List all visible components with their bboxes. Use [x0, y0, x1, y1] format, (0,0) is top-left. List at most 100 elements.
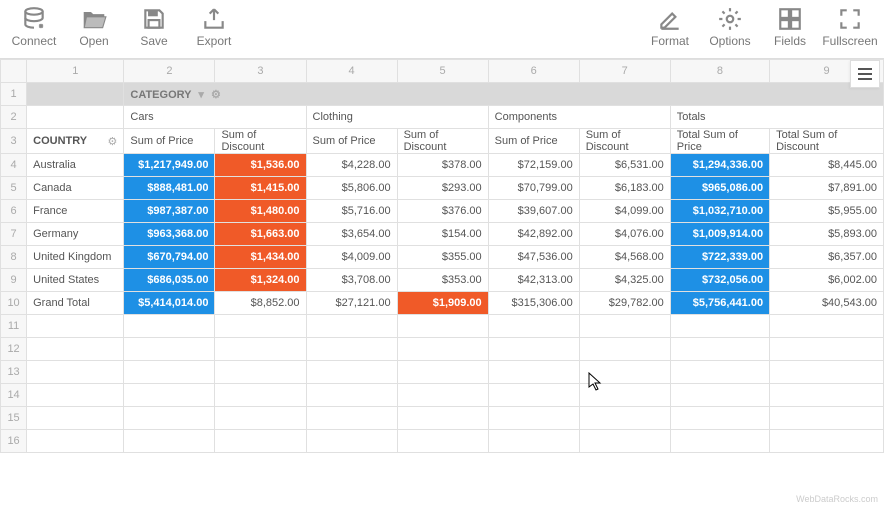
- toolbar-fields[interactable]: Fields: [766, 6, 814, 54]
- row-label[interactable]: Grand Total: [27, 292, 124, 315]
- measure-header[interactable]: Sum of Discount: [215, 129, 306, 154]
- col-num[interactable]: 8: [670, 60, 769, 83]
- empty-cell[interactable]: [306, 361, 397, 384]
- cell[interactable]: $40,543.00: [770, 292, 884, 315]
- row-num[interactable]: 4: [1, 154, 27, 177]
- cell[interactable]: $5,955.00: [770, 200, 884, 223]
- cell[interactable]: $4,228.00: [306, 154, 397, 177]
- empty-cell[interactable]: [306, 384, 397, 407]
- cell[interactable]: $1,294,336.00: [670, 154, 769, 177]
- cell[interactable]: $5,806.00: [306, 177, 397, 200]
- empty-cell[interactable]: [488, 407, 579, 430]
- cell[interactable]: $5,716.00: [306, 200, 397, 223]
- empty-cell[interactable]: [488, 361, 579, 384]
- empty-cell[interactable]: [579, 315, 670, 338]
- empty-cell[interactable]: [27, 315, 124, 338]
- empty-cell[interactable]: [215, 430, 306, 453]
- row-num[interactable]: 15: [1, 407, 27, 430]
- col-num[interactable]: 7: [579, 60, 670, 83]
- toolbar-export[interactable]: Export: [190, 6, 238, 54]
- empty-cell[interactable]: [397, 315, 488, 338]
- cell[interactable]: $1,909.00: [397, 292, 488, 315]
- empty-cell[interactable]: [670, 407, 769, 430]
- cell[interactable]: $4,325.00: [579, 269, 670, 292]
- row-num[interactable]: 13: [1, 361, 27, 384]
- empty-cell[interactable]: [670, 361, 769, 384]
- empty-cell[interactable]: [124, 338, 215, 361]
- empty-cell[interactable]: [215, 315, 306, 338]
- cell[interactable]: $376.00: [397, 200, 488, 223]
- cell[interactable]: $1,009,914.00: [670, 223, 769, 246]
- row-num[interactable]: 3: [1, 129, 27, 154]
- row-label[interactable]: Canada: [27, 177, 124, 200]
- cell[interactable]: $315,306.00: [488, 292, 579, 315]
- cell[interactable]: $888,481.00: [124, 177, 215, 200]
- measure-header[interactable]: Sum of Discount: [397, 129, 488, 154]
- empty-cell[interactable]: [306, 315, 397, 338]
- empty-cell[interactable]: [397, 430, 488, 453]
- row-num[interactable]: 11: [1, 315, 27, 338]
- row-label[interactable]: United Kingdom: [27, 246, 124, 269]
- measure-header[interactable]: Sum of Price: [488, 129, 579, 154]
- cell[interactable]: $8,445.00: [770, 154, 884, 177]
- cell[interactable]: $355.00: [397, 246, 488, 269]
- measure-header[interactable]: Total Sum of Price: [670, 129, 769, 154]
- cell[interactable]: $27,121.00: [306, 292, 397, 315]
- cell[interactable]: $378.00: [397, 154, 488, 177]
- empty-cell[interactable]: [579, 384, 670, 407]
- measure-header[interactable]: Sum of Discount: [579, 129, 670, 154]
- toolbar-format[interactable]: Format: [646, 6, 694, 54]
- cell[interactable]: $42,313.00: [488, 269, 579, 292]
- empty-cell[interactable]: [670, 430, 769, 453]
- col-num[interactable]: 4: [306, 60, 397, 83]
- empty-cell[interactable]: [670, 315, 769, 338]
- empty-cell[interactable]: [579, 407, 670, 430]
- cell[interactable]: $42,892.00: [488, 223, 579, 246]
- row-num[interactable]: 8: [1, 246, 27, 269]
- empty-cell[interactable]: [27, 430, 124, 453]
- col-num[interactable]: 2: [124, 60, 215, 83]
- row-num[interactable]: 6: [1, 200, 27, 223]
- empty-cell[interactable]: [770, 407, 884, 430]
- cell[interactable]: $670,794.00: [124, 246, 215, 269]
- cell[interactable]: $1,480.00: [215, 200, 306, 223]
- cell[interactable]: $47,536.00: [488, 246, 579, 269]
- cell[interactable]: $6,531.00: [579, 154, 670, 177]
- empty-cell[interactable]: [215, 384, 306, 407]
- empty-cell[interactable]: [27, 384, 124, 407]
- cell[interactable]: $963,368.00: [124, 223, 215, 246]
- cell[interactable]: $4,009.00: [306, 246, 397, 269]
- cell[interactable]: $686,035.00: [124, 269, 215, 292]
- empty-cell[interactable]: [579, 338, 670, 361]
- empty-cell[interactable]: [215, 338, 306, 361]
- toolbar-open[interactable]: Open: [70, 6, 118, 54]
- row-num[interactable]: 14: [1, 384, 27, 407]
- group-header[interactable]: Totals: [670, 106, 883, 129]
- empty-cell[interactable]: [27, 338, 124, 361]
- empty-cell[interactable]: [579, 361, 670, 384]
- row-num[interactable]: 7: [1, 223, 27, 246]
- cell[interactable]: $353.00: [397, 269, 488, 292]
- empty-cell[interactable]: [488, 315, 579, 338]
- cell[interactable]: $732,056.00: [670, 269, 769, 292]
- cell[interactable]: $1,415.00: [215, 177, 306, 200]
- empty-cell[interactable]: [124, 430, 215, 453]
- measure-header[interactable]: Sum of Price: [306, 129, 397, 154]
- cell[interactable]: $8,852.00: [215, 292, 306, 315]
- cell[interactable]: $1,217,949.00: [124, 154, 215, 177]
- cell[interactable]: $987,387.00: [124, 200, 215, 223]
- row-num[interactable]: 5: [1, 177, 27, 200]
- toolbar-options[interactable]: Options: [706, 6, 754, 54]
- empty-cell[interactable]: [670, 384, 769, 407]
- settings-icon[interactable]: ⚙: [211, 89, 221, 101]
- empty-cell[interactable]: [397, 384, 488, 407]
- empty-cell[interactable]: [397, 361, 488, 384]
- row-label[interactable]: Australia: [27, 154, 124, 177]
- row-num[interactable]: 2: [1, 106, 27, 129]
- group-header[interactable]: Clothing: [306, 106, 488, 129]
- row-dimension-header[interactable]: COUNTRY ⚙: [27, 129, 124, 154]
- toolbar-fullscreen[interactable]: Fullscreen: [826, 6, 874, 54]
- toolbar-connect[interactable]: Connect: [10, 6, 58, 54]
- empty-cell[interactable]: [306, 338, 397, 361]
- cell[interactable]: $6,002.00: [770, 269, 884, 292]
